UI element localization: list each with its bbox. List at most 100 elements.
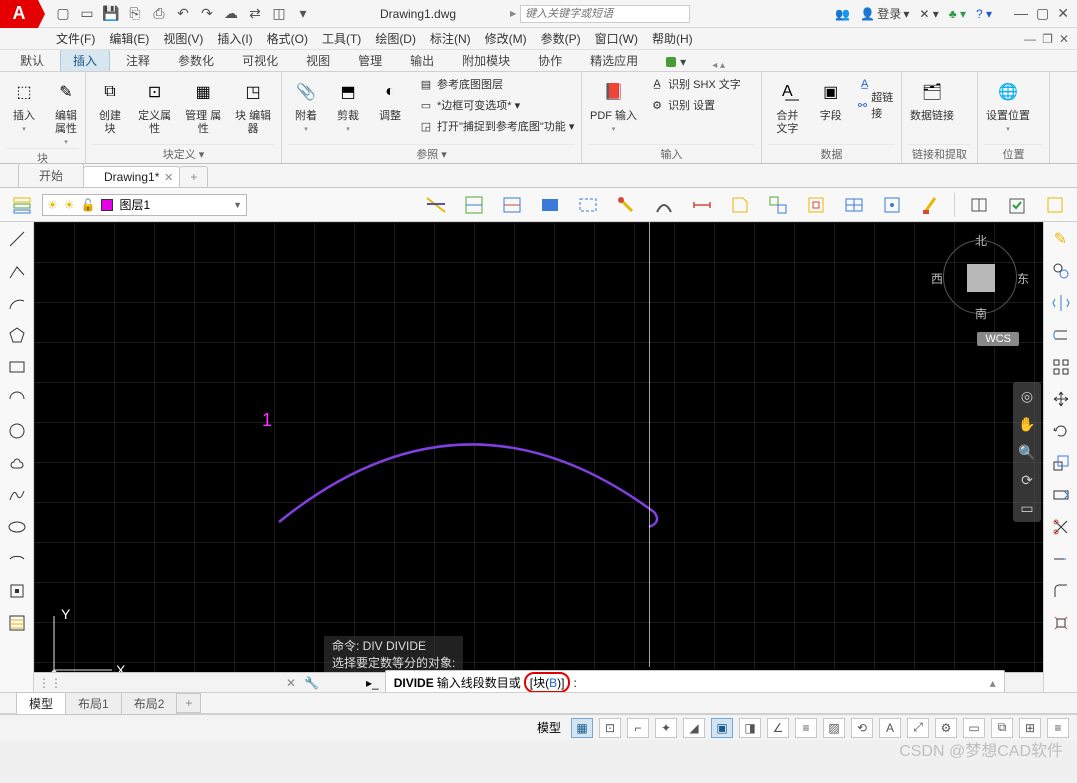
mirror-tool-icon[interactable]: [1048, 290, 1074, 316]
layout-tab-model[interactable]: 模型: [16, 692, 66, 715]
polyline-tool-icon[interactable]: [4, 258, 30, 284]
qat-undo-icon[interactable]: ↶: [174, 5, 192, 23]
wcs-badge[interactable]: WCS: [977, 332, 1019, 346]
adjust-button[interactable]: ◐调整: [372, 74, 408, 125]
status-model-label[interactable]: 模型: [537, 719, 561, 736]
nav-pan-icon[interactable]: ✋: [1017, 414, 1037, 434]
ribbon-tab-default[interactable]: 默认: [8, 50, 56, 71]
polygon-tool-icon[interactable]: [4, 322, 30, 348]
edit-attribute-button[interactable]: ✎编辑 属性▾: [48, 74, 84, 148]
exchange-icon[interactable]: ✕ ▾: [919, 7, 938, 21]
tool-linetype-icon[interactable]: [574, 191, 602, 219]
ribbon-tab-collaborate[interactable]: 协作: [526, 50, 574, 71]
attach-button[interactable]: 📎附着▾: [288, 74, 324, 135]
mdi-close-icon[interactable]: ✕: [1059, 32, 1069, 46]
nav-zoom-icon[interactable]: 🔍: [1017, 442, 1037, 462]
tool-group-icon[interactable]: [764, 191, 792, 219]
status-lwt-icon[interactable]: ≡: [795, 718, 817, 738]
qat-saveas-icon[interactable]: ⎘: [126, 5, 144, 23]
file-tab-drawing1[interactable]: Drawing1*✕: [83, 166, 180, 187]
tool-ref-icon[interactable]: [802, 191, 830, 219]
menu-help[interactable]: 帮助(H): [652, 30, 693, 47]
status-anno-icon[interactable]: A: [879, 718, 901, 738]
define-attribute-button[interactable]: ⊡定义属性: [134, 74, 175, 138]
ellipse-tool-icon[interactable]: [4, 514, 30, 540]
snap-underlay-button[interactable]: ◲打开"捕捉到参考底图"功能 ▾: [418, 116, 574, 136]
block-editor-button[interactable]: ◳块 编辑器: [231, 74, 275, 138]
qat-plot-icon[interactable]: ⎙: [150, 5, 168, 23]
array-tool-icon[interactable]: [1048, 354, 1074, 380]
status-polar-icon[interactable]: ✦: [655, 718, 677, 738]
app-logo[interactable]: A: [0, 0, 38, 28]
viewcube-south[interactable]: 南: [975, 305, 987, 322]
tool-erase-icon[interactable]: [916, 191, 944, 219]
menu-window[interactable]: 窗口(W): [595, 30, 638, 47]
nav-orbit-icon[interactable]: ⟳: [1017, 470, 1037, 490]
tool-color-icon[interactable]: [536, 191, 564, 219]
tool-standards-icon[interactable]: [1041, 191, 1069, 219]
tool-paint-icon[interactable]: [612, 191, 640, 219]
qat-more-1-icon[interactable]: ☁: [222, 5, 240, 23]
layer-combo[interactable]: ☀ ☀ 🔓 图层1 ▼: [42, 194, 247, 216]
tool-dim-icon[interactable]: [688, 191, 716, 219]
search-expand-icon[interactable]: ▶: [510, 9, 516, 18]
tool-check-icon[interactable]: [1003, 191, 1031, 219]
status-ortho-icon[interactable]: ⌐: [627, 718, 649, 738]
menu-modify[interactable]: 修改(M): [485, 30, 527, 47]
ribbon-tab-featured[interactable]: 精选应用: [578, 50, 650, 71]
explode-tool-icon[interactable]: [1048, 610, 1074, 636]
trim-tool-icon[interactable]: [1048, 514, 1074, 540]
search-input[interactable]: [520, 5, 690, 23]
scale-tool-icon[interactable]: [1048, 450, 1074, 476]
maximize-icon[interactable]: ▢: [1036, 5, 1049, 22]
menu-format[interactable]: 格式(O): [267, 30, 308, 47]
create-block-button[interactable]: ⧉创建块: [92, 74, 128, 138]
tool-bylayer-icon[interactable]: [422, 191, 450, 219]
tool-table-icon[interactable]: [840, 191, 868, 219]
status-otrack-icon[interactable]: ∠: [767, 718, 789, 738]
menu-parametric[interactable]: 参数(P): [541, 30, 581, 47]
layer-dropdown-icon[interactable]: ▼: [233, 200, 242, 210]
status-custom-icon[interactable]: ≡: [1047, 718, 1069, 738]
hyperlink-button[interactable]: ⚯超链接: [857, 95, 895, 115]
qat-redo-icon[interactable]: ↷: [198, 5, 216, 23]
insert-block-button[interactable]: ⬚插入▾: [6, 74, 42, 135]
arc3p-tool-icon[interactable]: [4, 386, 30, 412]
status-qp-icon[interactable]: ⊞: [1019, 718, 1041, 738]
move-tool-icon[interactable]: [1048, 386, 1074, 412]
status-3dosnap-icon[interactable]: ◨: [739, 718, 761, 738]
login-button[interactable]: 👤 登录 ▾: [860, 5, 909, 22]
stretch-tool-icon[interactable]: [1048, 482, 1074, 508]
set-location-button[interactable]: 🌐设置位置▾: [984, 74, 1032, 135]
status-monitor-icon[interactable]: ▭: [963, 718, 985, 738]
menu-dimension[interactable]: 标注(N): [430, 30, 471, 47]
menu-tools[interactable]: 工具(T): [322, 30, 361, 47]
ribbon-tab-output[interactable]: 输出: [398, 50, 446, 71]
tool-snap-icon[interactable]: [878, 191, 906, 219]
ribbon-tab-addins[interactable]: 附加模块: [450, 50, 522, 71]
tool-book-icon[interactable]: [965, 191, 993, 219]
arc-tool-icon[interactable]: [4, 290, 30, 316]
nav-wheel-icon[interactable]: ◎: [1017, 386, 1037, 406]
draw-pencil-icon[interactable]: ✎: [1048, 226, 1074, 252]
ellipsearc-tool-icon[interactable]: [4, 546, 30, 572]
status-units-icon[interactable]: ⧉: [991, 718, 1013, 738]
drawing-canvas[interactable]: /* grid drawn below via JS for brevity *…: [34, 222, 1043, 692]
status-osnap-icon[interactable]: ▣: [711, 718, 733, 738]
cloud-icon[interactable]: ♣ ▾: [949, 7, 966, 21]
frames-vary-button[interactable]: ▭*边框可变选项* ▾: [418, 95, 574, 115]
menu-edit[interactable]: 编辑(E): [109, 30, 149, 47]
file-tab-close-icon[interactable]: ✕: [164, 171, 173, 184]
hatch-tool-icon[interactable]: [4, 610, 30, 636]
menu-draw[interactable]: 绘图(D): [375, 30, 416, 47]
cmdline-option-highlight[interactable]: [块(B)]: [524, 672, 571, 692]
help-icon[interactable]: ? ▾: [976, 7, 992, 21]
recognize-shx-button[interactable]: A̲识别 SHX 文字: [649, 74, 741, 94]
share-icon[interactable]: 👥: [835, 7, 850, 21]
ribbon-collapse-icon[interactable]: ◂ ▴: [712, 60, 725, 71]
menu-insert[interactable]: 插入(I): [217, 30, 252, 47]
close-icon[interactable]: ✕: [1057, 5, 1069, 22]
tool-layer-iso-icon[interactable]: [498, 191, 526, 219]
layer-states-icon[interactable]: [8, 191, 36, 219]
cmdline-config-icon[interactable]: 🔧: [304, 676, 319, 690]
